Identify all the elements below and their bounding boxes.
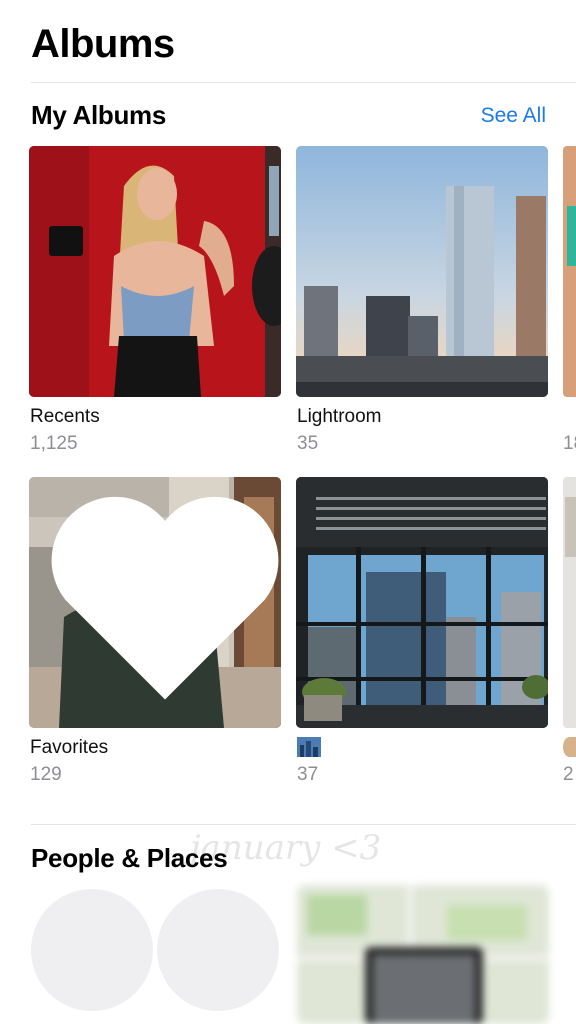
- album-glyph-peek-2: [563, 737, 576, 757]
- places-map-thumbnail[interactable]: [297, 885, 549, 1024]
- album-thumbnail-cityscape[interactable]: [296, 477, 548, 728]
- album-thumbnail-peek-1[interactable]: [563, 146, 576, 397]
- album-name-glyph-icon: [297, 737, 321, 757]
- person-avatar-1[interactable]: [31, 889, 153, 1011]
- header-divider: [31, 82, 576, 83]
- album-count-lightroom: 35: [297, 433, 319, 454]
- see-all-button[interactable]: See All: [481, 104, 546, 128]
- album-thumbnail-favorites[interactable]: [29, 477, 281, 728]
- section-divider: [31, 824, 576, 825]
- favorites-heart-icon: [51, 496, 279, 700]
- album-thumbnail-peek-2[interactable]: [563, 477, 576, 728]
- album-name-lightroom: Lightroom: [297, 406, 382, 427]
- page-title: Albums: [31, 22, 175, 66]
- album-name-recents: Recents: [30, 406, 100, 427]
- album-thumbnail-lightroom[interactable]: [296, 146, 548, 397]
- section-title-people-places: People & Places: [31, 843, 228, 873]
- album-count-peek-1: 18: [563, 433, 576, 454]
- person-avatar-2[interactable]: [157, 889, 279, 1011]
- section-title-my-albums: My Albums: [31, 100, 167, 130]
- album-count-peek-2: 2: [563, 764, 574, 785]
- album-count-cityscape: 37: [297, 764, 319, 785]
- album-thumbnail-recents[interactable]: [29, 146, 281, 397]
- album-count-recents: 1,125: [30, 433, 78, 454]
- album-count-favorites: 129: [30, 764, 62, 785]
- album-name-favorites: Favorites: [30, 737, 109, 758]
